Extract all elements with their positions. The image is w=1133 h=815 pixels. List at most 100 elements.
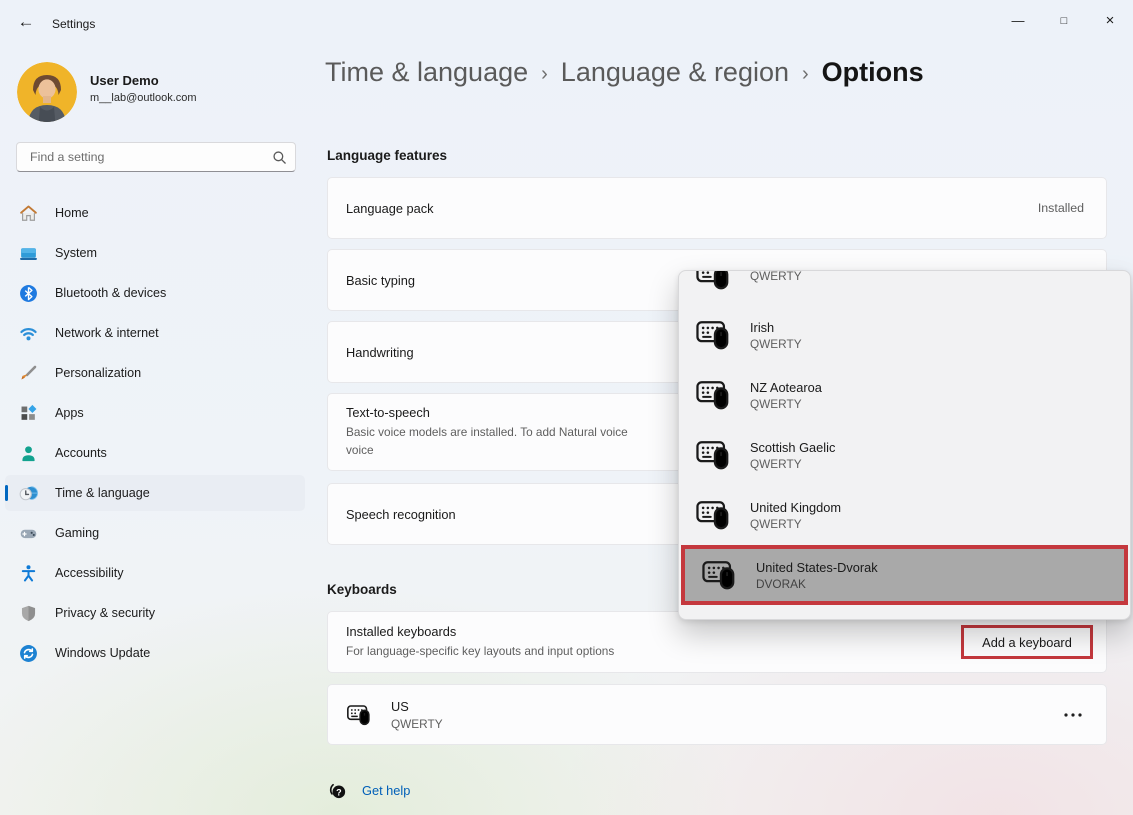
keyboard-option-text: NZ Aotearoa QWERTY: [750, 380, 822, 411]
get-help-label: Get help: [362, 783, 410, 798]
sidebar-item-label: Accessibility: [55, 566, 124, 580]
keyboard-option-name: NZ Aotearoa: [750, 380, 822, 395]
selected-accent-bar: [5, 485, 8, 501]
sidebar-item-accounts[interactable]: Accounts: [5, 435, 305, 471]
sidebar-item-network[interactable]: Network & internet: [5, 315, 305, 351]
chevron-right-icon: ›: [541, 60, 548, 86]
row-language-pack[interactable]: Language pack Installed: [327, 177, 1107, 239]
keyboard-option-text: Irish QWERTY: [750, 320, 802, 351]
maximize-button[interactable]: □: [1041, 0, 1087, 42]
sidebar-item-label: Home: [55, 206, 89, 220]
keyboard-option-layout: QWERTY: [750, 397, 822, 411]
keyboard-option-text: United Kingdom QWERTY: [750, 500, 841, 531]
keyboard-option-layout: QWERTY: [750, 517, 841, 531]
accounts-icon: [19, 444, 38, 463]
add-a-keyboard-label: Add a keyboard: [982, 635, 1072, 650]
close-button[interactable]: ×: [1087, 0, 1133, 42]
more-options-icon[interactable]: [1062, 710, 1084, 720]
breadcrumb-options: Options: [822, 57, 924, 88]
sidebar-item-privacy[interactable]: Privacy & security: [5, 595, 305, 631]
keyboard-option-text: United States-Dvorak DVORAK: [756, 560, 878, 591]
sidebar-item-label: Privacy & security: [55, 606, 155, 620]
windows-update-icon: [19, 644, 38, 663]
accessibility-icon: [19, 564, 38, 583]
minimize-button[interactable]: —: [995, 0, 1041, 42]
keyboard-option-name: United Kingdom: [750, 500, 841, 515]
sidebar-nav: Home System Bluetooth & devices: [5, 195, 305, 675]
chevron-right-icon: ›: [802, 60, 809, 86]
search-box[interactable]: [16, 142, 296, 172]
add-keyboard-dropdown: QWERTY Irish QWERTY NZ Aotearoa QWERTY S…: [678, 270, 1131, 620]
search-icon: [272, 150, 287, 165]
sidebar-item-apps[interactable]: Apps: [5, 395, 305, 431]
sidebar-item-accessibility[interactable]: Accessibility: [5, 555, 305, 591]
sidebar-item-windows-update[interactable]: Windows Update: [5, 635, 305, 671]
keyboard-layout: QWERTY: [391, 717, 443, 731]
row-title: Language pack: [346, 201, 434, 216]
personalization-icon: [19, 364, 38, 383]
back-button[interactable]: ←: [14, 12, 38, 34]
row-title: Handwriting: [346, 345, 414, 360]
keyboard-name: US: [391, 699, 443, 714]
keyboard-mouse-icon: [695, 498, 733, 532]
keyboard-mouse-icon: [701, 558, 739, 592]
sidebar-item-time-language[interactable]: Time & language: [5, 475, 305, 511]
row-status: Installed: [1038, 201, 1084, 215]
keyboard-option-layout: QWERTY: [750, 457, 835, 471]
sidebar-item-label: Apps: [55, 406, 84, 420]
keyboard-option-scottish-gaelic[interactable]: Scottish Gaelic QWERTY: [679, 425, 1130, 485]
avatar[interactable]: [17, 62, 77, 122]
sidebar-item-bluetooth[interactable]: Bluetooth & devices: [5, 275, 305, 311]
keyboard-option-name: Scottish Gaelic: [750, 440, 835, 455]
section-title-keyboards: Keyboards: [327, 582, 397, 597]
privacy-shield-icon: [19, 604, 38, 623]
sidebar-item-label: System: [55, 246, 97, 260]
keyboard-option-partial[interactable]: QWERTY: [679, 270, 1130, 305]
get-help-link[interactable]: ? Get help: [327, 780, 410, 801]
keyboard-option-text: QWERTY: [750, 270, 802, 283]
sidebar-item-label: Personalization: [55, 366, 141, 380]
keyboard-row-text: US QWERTY: [391, 699, 443, 731]
add-a-keyboard-button[interactable]: Add a keyboard: [961, 625, 1093, 659]
row-title: Basic typing: [346, 273, 415, 288]
keyboard-option-nz-aotearoa[interactable]: NZ Aotearoa QWERTY: [679, 365, 1130, 425]
row-description: voice: [346, 441, 374, 459]
home-icon: [19, 204, 38, 223]
avatar-image: [17, 62, 77, 122]
sidebar-item-home[interactable]: Home: [5, 195, 305, 231]
sidebar-item-personalization[interactable]: Personalization: [5, 355, 305, 391]
keyboard-option-united-states-dvorak[interactable]: United States-Dvorak DVORAK: [685, 549, 1124, 601]
keyboard-option-layout: QWERTY: [750, 270, 802, 283]
sidebar-item-system[interactable]: System: [5, 235, 305, 271]
sidebar-item-label: Gaming: [55, 526, 99, 540]
row-description: Basic voice models are installed. To add…: [346, 423, 628, 441]
keyboard-mouse-icon: [346, 703, 373, 727]
search-input[interactable]: [28, 149, 272, 165]
keyboard-option-name: Irish: [750, 320, 802, 335]
apps-icon: [19, 404, 38, 423]
sidebar-item-label: Time & language: [55, 486, 150, 500]
keyboard-mouse-icon: [695, 318, 733, 352]
window-title: Settings: [52, 17, 95, 31]
row-description: For language-specific key layouts and in…: [346, 642, 614, 660]
sidebar-item-label: Bluetooth & devices: [55, 286, 166, 300]
row-keyboard-us[interactable]: US QWERTY: [327, 684, 1107, 745]
annotation-highlight-box: United States-Dvorak DVORAK: [681, 545, 1128, 605]
svg-text:?: ?: [336, 787, 342, 797]
keyboard-option-text: Scottish Gaelic QWERTY: [750, 440, 835, 471]
user-email: m__lab@outlook.com: [90, 92, 197, 104]
keyboard-mouse-icon: [695, 270, 733, 292]
user-name: User Demo: [90, 73, 159, 88]
breadcrumb-time-language[interactable]: Time & language: [325, 57, 528, 88]
keyboard-option-united-kingdom[interactable]: United Kingdom QWERTY: [679, 485, 1130, 545]
sidebar-item-label: Accounts: [55, 446, 107, 460]
settings-window: ← Settings — □ × User Demo m__lab@outloo…: [0, 0, 1133, 815]
keyboard-mouse-icon: [695, 378, 733, 412]
keyboard-option-irish[interactable]: Irish QWERTY: [679, 305, 1130, 365]
keyboard-option-name: United States-Dvorak: [756, 560, 878, 575]
sidebar-item-label: Windows Update: [55, 646, 150, 660]
sidebar-item-gaming[interactable]: Gaming: [5, 515, 305, 551]
section-title-language-features: Language features: [327, 148, 447, 163]
network-icon: [19, 324, 38, 343]
breadcrumb-language-region[interactable]: Language & region: [561, 57, 789, 88]
